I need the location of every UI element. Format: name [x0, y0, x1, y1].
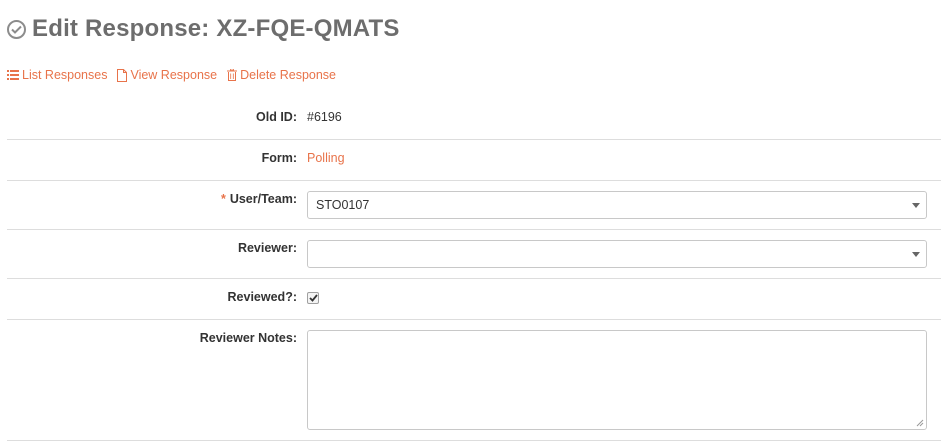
page-header: Edit Response: XZ-FQE-QMATS [7, 14, 400, 44]
check-circle-icon [7, 19, 26, 39]
reviewer-notes-label: Reviewer Notes: [199, 331, 297, 345]
resize-grip-icon[interactable] [916, 419, 924, 427]
view-response-link[interactable]: View Response [117, 68, 217, 82]
reviewer-notes-textarea[interactable] [307, 330, 927, 430]
reviewer-row: Reviewer: [7, 230, 941, 279]
user-team-selected-value: STO0107 [316, 198, 370, 212]
reviewer-notes-row: Reviewer Notes: [7, 320, 941, 441]
delete-response-link[interactable]: Delete Response [227, 68, 336, 82]
form-row: Form: Polling [7, 140, 941, 181]
chevron-down-icon [912, 252, 920, 257]
checkmark-icon [308, 294, 318, 302]
delete-response-label: Delete Response [240, 68, 337, 82]
old-id-value: #6196 [307, 110, 342, 124]
file-icon [117, 68, 128, 82]
old-id-label: Old ID: [256, 110, 297, 124]
form-label: Form: [261, 151, 297, 165]
list-responses-label: List Responses [22, 68, 108, 82]
chevron-down-icon [912, 203, 920, 208]
trash-icon [227, 69, 238, 81]
reviewed-checkbox[interactable] [307, 292, 319, 304]
reviewer-label: Reviewer: [237, 241, 297, 255]
old-id-row: Old ID: #6196 [7, 99, 941, 140]
user-team-label: * User/Team: [221, 192, 297, 206]
user-team-row: * User/Team: STO0107 [7, 181, 941, 230]
reviewer-select[interactable] [307, 240, 927, 268]
page-title: Edit Response: XZ-FQE-QMATS [32, 15, 400, 42]
user-team-select[interactable]: STO0107 [307, 191, 927, 219]
list-icon [7, 70, 19, 80]
action-links: List Responses View Response Delete Resp… [7, 68, 346, 82]
user-team-label-text: User/Team: [229, 192, 297, 206]
list-responses-link[interactable]: List Responses [7, 68, 107, 82]
view-response-label: View Response [130, 68, 218, 82]
reviewed-row: Reviewed?: [7, 279, 941, 320]
reviewed-label: Reviewed?: [227, 290, 297, 304]
form-link[interactable]: Polling [307, 151, 345, 165]
required-marker: * [220, 192, 226, 206]
